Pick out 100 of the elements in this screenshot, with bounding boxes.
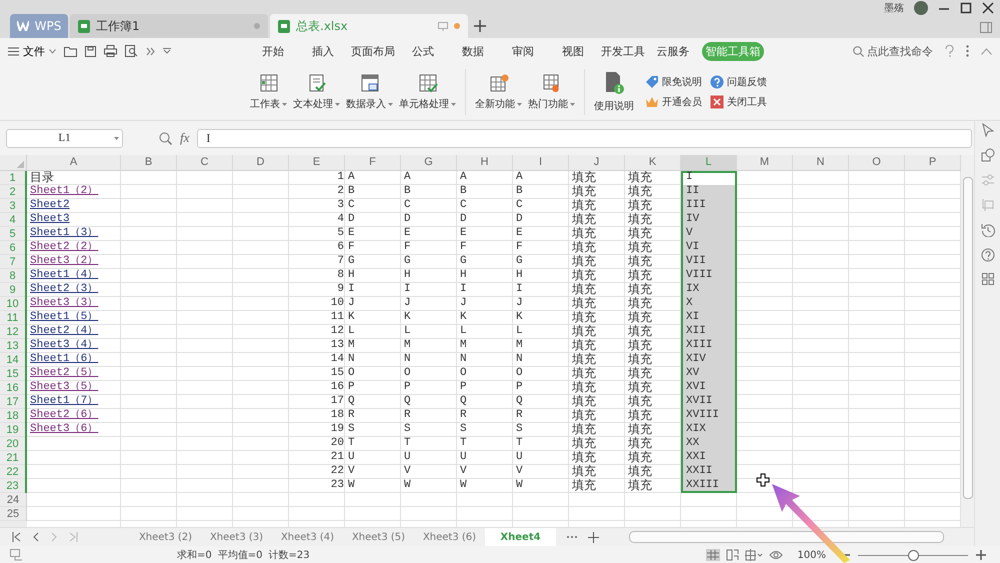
column-header[interactable]: M [737, 155, 793, 171]
selected-cell[interactable]: XVII [681, 395, 737, 409]
more-icon[interactable] [966, 45, 969, 57]
print-preview-icon[interactable] [125, 45, 138, 57]
hyperlink[interactable]: Sheet1（7） [30, 395, 98, 407]
column-header[interactable]: I [513, 155, 569, 171]
hyperlink[interactable]: Sheet2（2） [30, 241, 98, 253]
column-header[interactable]: P [905, 155, 961, 171]
hyperlink[interactable]: Sheet2 [30, 199, 70, 211]
hyperlink[interactable]: Sheet2（4） [30, 325, 98, 337]
selected-cell[interactable]: XI [681, 311, 737, 325]
first-sheet-icon[interactable] [12, 532, 21, 542]
file-menu[interactable]: 文件 [8, 44, 56, 58]
hyperlink[interactable]: Sheet2（3） [30, 283, 98, 295]
selected-cell[interactable]: XXIII [681, 479, 737, 493]
caret-icon[interactable] [163, 48, 171, 54]
column-header[interactable]: D [233, 155, 289, 171]
maximize-icon[interactable] [960, 2, 972, 14]
column-header[interactable]: G [401, 155, 457, 171]
column-header[interactable]: O [849, 155, 905, 171]
ribbon-button[interactable]: 热门功能 [525, 73, 578, 111]
sheet-tab[interactable]: Xheet3 (3) [201, 528, 272, 546]
column-header[interactable]: B [121, 155, 177, 171]
eye-icon[interactable] [769, 550, 784, 560]
selected-cell[interactable]: XV [681, 367, 737, 381]
zoom-icon[interactable] [159, 132, 172, 144]
ribbon-button[interactable]: 问题反馈 [710, 75, 767, 89]
ribbon-tab[interactable]: 开发工具 [598, 42, 648, 60]
selected-cell[interactable]: I [681, 171, 737, 185]
hyperlink[interactable]: Sheet3（2） [30, 255, 98, 267]
column-header[interactable]: C [177, 155, 233, 171]
sheet-tab[interactable]: Xheet3 (6) [414, 528, 485, 546]
sheet-tab[interactable]: Xheet4 [485, 528, 556, 546]
history-icon[interactable] [980, 223, 995, 237]
ribbon-button[interactable]: 开通会员 [645, 95, 702, 109]
hyperlink[interactable]: Sheet3（4） [30, 339, 98, 351]
selected-cell[interactable]: IV [681, 213, 737, 227]
previous-sheet-icon[interactable] [33, 532, 39, 542]
row-header[interactable]: 25 [0, 507, 27, 521]
hyperlink[interactable]: Sheet1（5） [30, 311, 98, 323]
selected-cell[interactable]: XIV [681, 353, 737, 367]
column-header[interactable]: E [289, 155, 345, 171]
selected-cell[interactable]: XIX [681, 423, 737, 437]
column-header[interactable]: F [345, 155, 401, 171]
hyperlink[interactable]: Sheet3（6） [30, 423, 98, 435]
selected-cell[interactable]: VI [681, 241, 737, 255]
zoom-level[interactable]: 100% [797, 550, 826, 560]
hyperlink[interactable]: Sheet1（6） [30, 353, 98, 365]
grid-check-icon[interactable] [418, 73, 438, 93]
ribbon-tab[interactable]: 开始 [248, 42, 298, 60]
ribbon-button[interactable]: 使用说明 [591, 71, 637, 113]
horizontal-scrollbar[interactable] [629, 531, 944, 543]
save-icon[interactable] [85, 46, 96, 56]
tag-icon[interactable] [645, 75, 659, 89]
ribbon-button[interactable]: 全新功能 [472, 73, 525, 111]
selected-cell[interactable]: IX [681, 283, 737, 297]
more-icon[interactable] [146, 46, 155, 56]
document-info-icon[interactable] [603, 71, 625, 95]
selected-cell[interactable]: XVIII [681, 409, 737, 423]
ribbon-button[interactable]: 文本处理 [290, 73, 343, 111]
page-break-icon[interactable] [726, 549, 740, 561]
shapes-icon[interactable] [980, 148, 995, 162]
hyperlink[interactable]: Sheet1（4） [30, 269, 98, 281]
slider-thumb[interactable] [908, 550, 919, 560]
name-box[interactable]: L1 [6, 128, 123, 148]
collapse-icon[interactable] [981, 48, 992, 54]
grid-flame-icon[interactable] [542, 73, 562, 93]
hyperlink[interactable]: Sheet3（5） [30, 381, 98, 393]
hyperlink[interactable]: Sheet2（5） [30, 367, 98, 379]
sheet-tab[interactable]: Xheet3 (5) [343, 528, 414, 546]
sheet-tab[interactable]: Xheet3 (2) [130, 528, 201, 546]
row-header[interactable]: 24 [0, 493, 27, 507]
ribbon-button[interactable]: 工作表 [247, 73, 290, 111]
ribbon-button[interactable]: 单元格处理 [396, 73, 459, 111]
column-header[interactable]: K [625, 155, 681, 171]
selected-cell[interactable]: XVI [681, 381, 737, 395]
close-icon[interactable] [710, 95, 724, 109]
command-search[interactable]: 点此查找命令 [853, 44, 933, 58]
sidebar-icon[interactable] [980, 22, 992, 33]
help-icon[interactable] [710, 75, 724, 89]
pointer-icon[interactable] [982, 123, 994, 137]
help-icon[interactable] [980, 248, 995, 262]
normal-view-icon[interactable] [706, 549, 720, 561]
ribbon-tab[interactable]: 审阅 [498, 42, 548, 60]
hyperlink[interactable]: Sheet3（3） [30, 297, 98, 309]
vertical-scrollbar[interactable] [961, 155, 974, 527]
selected-cell[interactable]: VIII [681, 269, 737, 283]
ribbon-tab[interactable]: 数据 [448, 42, 498, 60]
hyperlink[interactable]: Sheet1（2） [30, 185, 98, 197]
form-icon[interactable] [360, 73, 380, 93]
selected-cell[interactable]: XXII [681, 465, 737, 479]
hyperlink[interactable]: Sheet2（6） [30, 409, 98, 421]
more-icon[interactable] [566, 535, 578, 539]
formula-input[interactable]: I [197, 128, 972, 148]
sheet-tab[interactable]: Xheet3 (4) [272, 528, 343, 546]
ribbon-tab[interactable]: 页面布局 [348, 42, 398, 60]
ribbon-button[interactable]: 限免说明 [645, 75, 702, 89]
selected-cell[interactable]: XXI [681, 451, 737, 465]
selected-cell[interactable]: III [681, 199, 737, 213]
selected-cell[interactable]: XIII [681, 339, 737, 353]
